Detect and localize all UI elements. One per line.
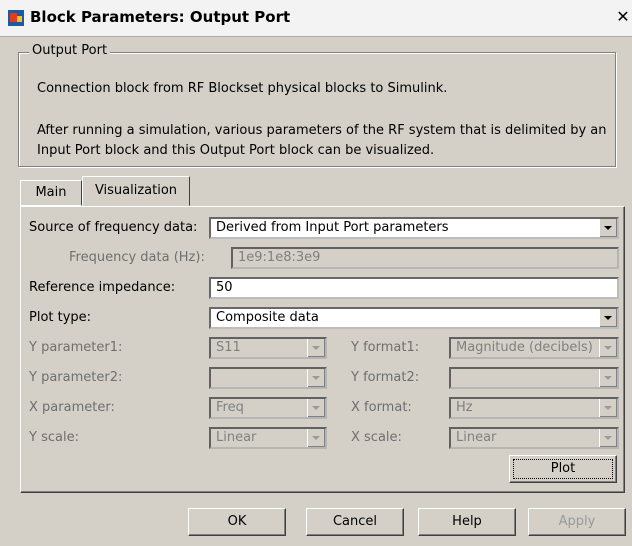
x-parameter-dropdown[interactable]: Freq — [209, 397, 327, 419]
chevron-down-icon[interactable] — [599, 219, 617, 237]
chevron-down-icon[interactable] — [599, 429, 617, 447]
frequency-field[interactable]: 1e9:1e8:3e9 — [231, 247, 619, 269]
y-scale-value: Linear — [216, 430, 257, 445]
chevron-down-icon[interactable] — [307, 429, 325, 447]
chevron-down-icon[interactable] — [599, 339, 617, 357]
ok-button[interactable]: OK — [188, 508, 286, 536]
x-format-dropdown[interactable]: Hz — [449, 397, 619, 419]
y-format1-value: Magnitude (decibels) — [456, 340, 593, 355]
y-format1-label: Y format1: — [351, 340, 420, 355]
chevron-down-icon[interactable] — [599, 369, 617, 387]
frequency-label: Frequency data (Hz): — [69, 250, 205, 265]
source-label: Source of frequency data: — [29, 220, 198, 235]
x-scale-value: Linear — [456, 430, 497, 445]
x-format-label: X format: — [351, 400, 412, 415]
title-bar: Block Parameters: Output Port ✕ — [0, 0, 632, 37]
description-line-1: Connection block from RF Blockset physic… — [37, 81, 448, 96]
chevron-down-icon[interactable] — [307, 369, 325, 387]
chevron-down-icon[interactable] — [307, 399, 325, 417]
window-title: Block Parameters: Output Port — [30, 8, 291, 26]
impedance-label: Reference impedance: — [29, 280, 176, 295]
tab-main[interactable]: Main — [20, 180, 82, 206]
visualization-panel: Source of frequency data: Derived from I… — [20, 206, 625, 493]
description-line-2: After running a simulation, various para… — [37, 123, 607, 158]
plot-button[interactable]: Plot — [509, 455, 617, 483]
y-format2-dropdown[interactable] — [449, 367, 619, 389]
apply-button[interactable]: Apply — [528, 508, 626, 536]
plot-type-label: Plot type: — [29, 310, 92, 325]
y-parameter1-dropdown[interactable]: S11 — [209, 337, 327, 359]
cancel-button[interactable]: Cancel — [306, 508, 404, 536]
y-parameter1-value: S11 — [216, 340, 241, 355]
impedance-field[interactable]: 50 — [209, 277, 619, 299]
y-parameter1-label: Y parameter1: — [29, 340, 123, 355]
x-parameter-value: Freq — [216, 400, 244, 415]
chevron-down-icon[interactable] — [599, 309, 617, 327]
y-format2-label: Y format2: — [351, 370, 420, 385]
chevron-down-icon[interactable] — [307, 339, 325, 357]
source-value: Derived from Input Port parameters — [216, 220, 449, 235]
close-icon[interactable]: ✕ — [614, 6, 632, 28]
x-scale-label: X scale: — [351, 430, 402, 445]
chevron-down-icon[interactable] — [599, 399, 617, 417]
plot-type-value: Composite data — [216, 310, 319, 325]
x-parameter-label: X parameter: — [29, 400, 115, 415]
y-scale-label: Y scale: — [29, 430, 79, 445]
x-scale-dropdown[interactable]: Linear — [449, 427, 619, 449]
group-legend: Output Port — [29, 43, 111, 58]
simulink-block-icon — [8, 10, 24, 26]
y-scale-dropdown[interactable]: Linear — [209, 427, 327, 449]
x-format-value: Hz — [456, 400, 473, 415]
y-parameter2-dropdown[interactable] — [209, 367, 327, 389]
plot-type-dropdown[interactable]: Composite data — [209, 307, 619, 329]
source-dropdown[interactable]: Derived from Input Port parameters — [209, 217, 619, 239]
tab-visualization[interactable]: Visualization — [82, 176, 190, 206]
output-port-group: Output Port Connection block from RF Blo… — [18, 43, 616, 167]
y-parameter2-label: Y parameter2: — [29, 370, 123, 385]
y-format1-dropdown[interactable]: Magnitude (decibels) — [449, 337, 619, 359]
help-button[interactable]: Help — [418, 508, 516, 536]
